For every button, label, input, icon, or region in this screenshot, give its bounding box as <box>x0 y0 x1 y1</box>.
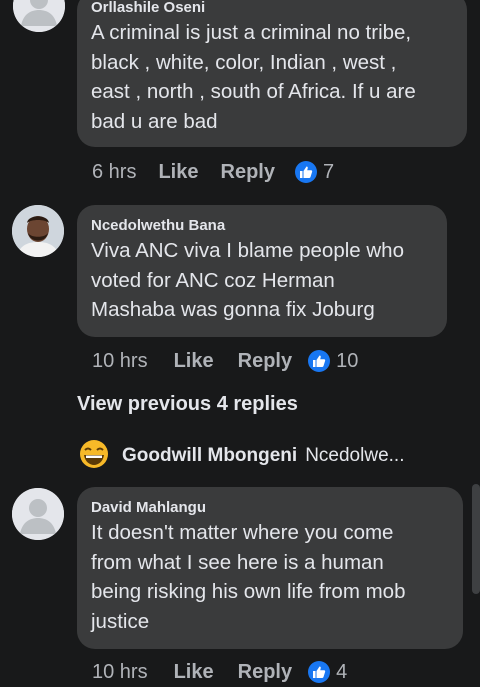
view-previous-replies-link[interactable]: View previous 4 replies <box>77 393 298 416</box>
comment-author[interactable]: Ncedolwethu Bana <box>91 216 433 236</box>
reply-button[interactable]: Reply <box>238 350 292 373</box>
comment-bubble: Orllashile Oseni A criminal is just a cr… <box>77 0 467 147</box>
like-thumb-icon <box>308 661 331 683</box>
comment-actions: 6 hrs Like Reply 7 <box>92 157 334 187</box>
comment-time[interactable]: 10 hrs <box>92 661 148 684</box>
reaction-count-value: 7 <box>322 160 335 183</box>
scrollbar[interactable] <box>472 484 480 594</box>
comment-text: Viva ANC viva I blame people who voted f… <box>91 239 404 321</box>
reaction-count-value: 10 <box>336 349 359 372</box>
like-button[interactable]: Like <box>158 161 198 184</box>
comment-author[interactable]: Orllashile Oseni <box>91 0 453 18</box>
reply-preview[interactable]: Goodwill Mbongeni Ncedolwe... <box>78 440 478 472</box>
reaction-count-value: 4 <box>336 660 348 683</box>
comment-bubble: Ncedolwethu Bana Viva ANC viva I blame p… <box>77 205 447 337</box>
reaction-count[interactable]: 7 <box>294 160 335 184</box>
comment-bubble: David Mahlangu It doesn't matter where y… <box>77 487 463 649</box>
comment-author[interactable]: David Mahlangu <box>91 498 449 518</box>
comment-actions: 10 hrs Like Reply 10 <box>92 346 358 376</box>
reaction-count[interactable]: 4 <box>308 661 347 684</box>
like-thumb-icon <box>308 350 331 372</box>
reply-button[interactable]: Reply <box>221 161 275 184</box>
like-button[interactable]: Like <box>174 350 214 373</box>
default-avatar-icon[interactable] <box>12 488 64 540</box>
reply-button[interactable]: Reply <box>238 661 292 684</box>
comment-time[interactable]: 10 hrs <box>92 350 148 373</box>
reply-snippet: Ncedolwe... <box>305 445 405 466</box>
reaction-count[interactable]: 10 <box>308 350 358 373</box>
reply-author: Goodwill Mbongeni <box>122 445 298 466</box>
comment-time[interactable]: 6 hrs <box>92 161 136 184</box>
user-avatar[interactable] <box>12 205 64 257</box>
default-avatar-icon[interactable] <box>13 0 65 32</box>
laughing-emoji-icon <box>78 440 110 472</box>
comment-text: A criminal is just a criminal no tribe, … <box>91 21 416 133</box>
comment-text: It doesn't matter where you come from wh… <box>91 521 406 633</box>
like-thumb-icon <box>294 161 317 183</box>
like-button[interactable]: Like <box>174 661 214 684</box>
comment-actions: 10 hrs Like Reply 4 <box>92 657 347 687</box>
